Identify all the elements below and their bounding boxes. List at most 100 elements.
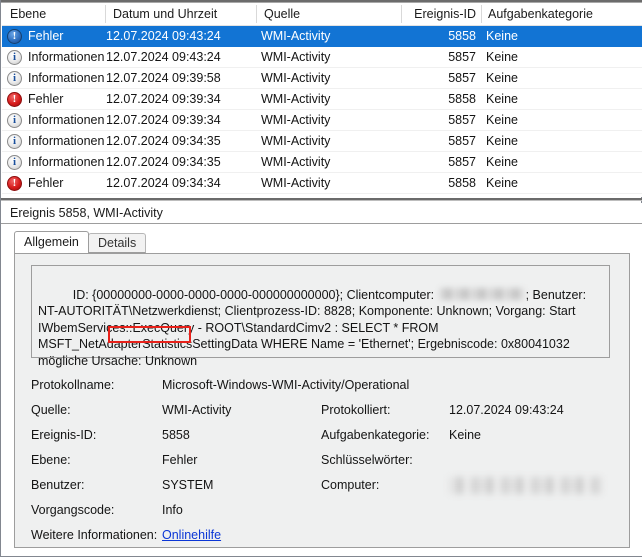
property-row: Quelle: WMI-Activity Protokolliert: 12.07.2… [31, 398, 615, 423]
cell-source: WMI-Activity [261, 50, 331, 64]
event-description-box[interactable]: ID: {00000000-0000-0000-0000-00000000000… [31, 265, 610, 368]
cell-source: WMI-Activity [261, 176, 331, 190]
cell-event-id: 5857 [448, 155, 476, 169]
detail-pane-title: Ereignis 5858, WMI-Activity [2, 203, 642, 223]
table-row[interactable]: i Informationen 12.07.2024 09:43:24 WMI-Act… [2, 47, 642, 68]
column-header-ereignis-id[interactable]: Ereignis-ID [402, 3, 476, 25]
column-header-aufgabenkategorie[interactable]: Aufgabenkategorie [488, 3, 593, 25]
cell-task-category: Keine [486, 113, 518, 127]
table-row[interactable]: i Informationen 12.07.2024 09:34:35 WMI-Act… [2, 152, 642, 173]
information-icon: i [7, 113, 22, 128]
event-list[interactable]: Ebene Datum und Uhrzeit Quelle Ereignis-… [2, 3, 642, 197]
property-label: Vorgangscode: [31, 503, 115, 517]
tab-details[interactable]: Details [88, 233, 147, 253]
property-label: Benutzer: [31, 478, 85, 492]
information-icon: i [7, 50, 22, 65]
property-row: Weitere Informationen: Onlinehilfe [31, 523, 615, 548]
property-label-secondary: Computer: [321, 478, 380, 492]
cell-source: WMI-Activity [261, 71, 331, 85]
property-label: Quelle: [31, 403, 71, 417]
property-label-secondary: Protokolliert: [321, 403, 391, 417]
redacted-clientcomputer-blur [439, 287, 524, 300]
cell-event-id: 5858 [448, 92, 476, 106]
table-row[interactable]: ! Fehler 12.07.2024 09:34:34 WMI-Activity 58… [2, 173, 642, 194]
information-icon: i [7, 71, 22, 86]
event-viewer-window: Ebene Datum und Uhrzeit Quelle Ereignis-… [0, 0, 642, 557]
error-icon: ! [7, 92, 22, 107]
cell-level: Fehler [28, 29, 64, 43]
column-divider-4[interactable] [481, 5, 482, 23]
tab-allgemein[interactable]: Allgemein [14, 231, 89, 253]
column-divider-2[interactable] [256, 5, 257, 23]
column-divider-1[interactable] [105, 5, 106, 23]
cell-task-category: Keine [486, 134, 518, 148]
cell-task-category: Keine [486, 71, 518, 85]
table-row[interactable]: ! Fehler 12.07.2024 09:39:34 WMI-Activity 58… [2, 89, 642, 110]
cell-level: Informationen [28, 134, 105, 148]
property-label-secondary: Aufgabenkategorie: [321, 428, 430, 442]
cell-task-category: Keine [486, 155, 518, 169]
cell-task-category: Keine [486, 194, 518, 197]
cell-datetime: 12.07.2024 09:39:34 [106, 113, 221, 127]
property-row: Vorgangscode: Info [31, 498, 615, 523]
cell-event-id: 5857 [448, 50, 476, 64]
table-row[interactable]: i Informationen 12.07.2024 09:39:58 WMI-Act… [2, 68, 642, 89]
detail-pane-divider-light [1, 200, 642, 201]
cell-datetime: 12.07.2024 09:39:58 [106, 71, 221, 85]
cell-datetime: 12.07.2024 09:34:35 [106, 155, 221, 169]
table-row[interactable]: iInformationen12.07.2024 09:34:34WMI-Act… [2, 194, 642, 197]
property-value-secondary: Keine [449, 428, 481, 442]
cell-datetime: 12.07.2024 09:43:24 [106, 29, 221, 43]
cell-task-category: Keine [486, 50, 518, 64]
cell-event-id: 5858 [448, 176, 476, 190]
error-icon: ! [7, 176, 22, 191]
property-row: Benutzer: SYSTEM Computer: [31, 473, 615, 498]
property-value: Microsoft-Windows-WMI-Activity/Operation… [162, 378, 410, 392]
cell-datetime: 12.07.2024 09:34:34 [106, 176, 221, 190]
cell-event-id: 5857 [448, 113, 476, 127]
redacted-computer-blur [449, 477, 602, 494]
detail-tab-area: Allgemein Details ID: {00000000-0000-000… [2, 224, 642, 556]
cell-source: WMI-Activity [261, 155, 331, 169]
cell-level: Fehler [28, 92, 64, 106]
property-row: Ereignis-ID: 5858 Aufgabenkategorie: Keine [31, 423, 615, 448]
error-icon: ! [7, 29, 22, 44]
table-row[interactable]: i Informationen 12.07.2024 09:34:35 WMI-Act… [2, 131, 642, 152]
property-row: Protokollname: Microsoft-Windows-WMI-Acti… [31, 373, 615, 398]
cell-task-category: Keine [486, 92, 518, 106]
cell-source: WMI-Activity [261, 113, 331, 127]
cell-task-category: Keine [486, 176, 518, 190]
property-value: Fehler [162, 453, 198, 467]
event-list-body: ! Fehler 12.07.2024 09:43:24 WMI-Activity 58… [2, 26, 642, 197]
cell-source: WMI-Activity [261, 134, 331, 148]
information-icon: i [7, 134, 22, 149]
cell-datetime: 12.07.2024 09:39:34 [106, 92, 221, 106]
column-header-datum-und-uhrzeit[interactable]: Datum und Uhrzeit [113, 3, 217, 25]
column-header-ebene[interactable]: Ebene [10, 3, 46, 25]
cell-datetime: 12.07.2024 09:43:24 [106, 50, 221, 64]
column-header-quelle[interactable]: Quelle [264, 3, 300, 25]
cell-level: Informationen [28, 155, 105, 169]
cell-source: WMI-Activity [261, 194, 330, 197]
property-value: Info [162, 503, 183, 517]
cell-task-category: Keine [486, 29, 518, 43]
cell-level: Informationen [28, 113, 105, 127]
cell-event-id: 5858 [448, 29, 476, 43]
cell-level: Informationen [28, 50, 105, 64]
property-label-secondary: Schlüsselwörter: [321, 453, 413, 467]
table-row[interactable]: ! Fehler 12.07.2024 09:43:24 WMI-Activity 58… [2, 26, 642, 47]
online-help-link[interactable]: Onlinehilfe [162, 523, 221, 548]
event-list-header: Ebene Datum und Uhrzeit Quelle Ereignis-… [2, 3, 642, 26]
event-properties-grid: Protokollname: Microsoft-Windows-WMI-Acti… [31, 373, 615, 548]
cell-source: WMI-Activity [261, 92, 331, 106]
cell-event-id: 5857 [448, 134, 476, 148]
result-code-highlight-box [108, 326, 191, 343]
property-label: Weitere Informationen: [31, 528, 158, 542]
table-row[interactable]: i Informationen 12.07.2024 09:39:34 WMI-Act… [2, 110, 642, 131]
cell-level: Fehler [28, 176, 64, 190]
cell-source: WMI-Activity [261, 29, 331, 43]
cell-level: Informationen [28, 194, 104, 197]
cell-datetime: 12.07.2024 09:34:35 [106, 134, 221, 148]
cell-datetime: 12.07.2024 09:34:34 [106, 194, 221, 197]
property-label: Protokollname: [31, 378, 115, 392]
